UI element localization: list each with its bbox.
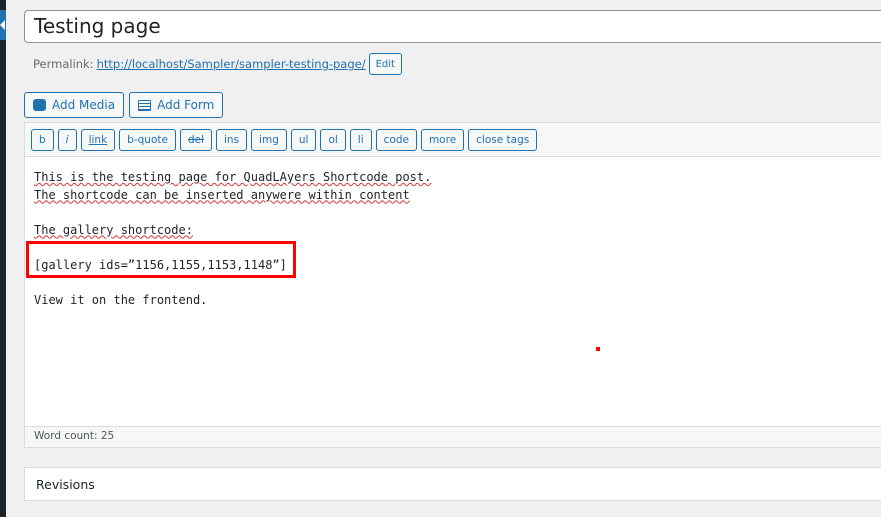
toolbar-button-img[interactable]: img bbox=[251, 129, 287, 151]
admin-sidebar bbox=[0, 0, 6, 517]
content-line bbox=[34, 204, 881, 222]
toolbar-button-close-tags[interactable]: close tags bbox=[468, 129, 538, 151]
add-form-label: Add Form bbox=[157, 98, 215, 112]
media-icon bbox=[33, 99, 46, 111]
toolbar-button-ul[interactable]: ul bbox=[290, 129, 317, 151]
post-title-input[interactable]: Testing page bbox=[24, 10, 881, 43]
word-count: Word count: 25 bbox=[25, 426, 881, 447]
toolbar-button-ol[interactable]: ol bbox=[320, 129, 346, 151]
toolbar-button-ins[interactable]: ins bbox=[216, 129, 248, 151]
permalink-label: Permalink: bbox=[33, 57, 94, 71]
quicktags-toolbar: b i link b-quote del ins img ul ol li code more clos… bbox=[25, 123, 881, 157]
permalink-row: Permalink: http://localhost/Sampler/samp… bbox=[33, 53, 402, 75]
text-editor: b i link b-quote del ins img ul ol li code more clos… bbox=[24, 122, 881, 448]
add-form-button[interactable]: Add Form bbox=[129, 92, 224, 118]
content-line: This is the testing page for QuadLAyers … bbox=[34, 170, 432, 184]
red-dot bbox=[596, 347, 600, 351]
highlight-box bbox=[26, 241, 296, 278]
toolbar-button-link[interactable]: link bbox=[80, 129, 116, 151]
toolbar-button-del[interactable]: del bbox=[179, 129, 212, 151]
toolbar-button-li[interactable]: li bbox=[349, 129, 372, 151]
content-line: The gallery shortcode: bbox=[34, 222, 193, 237]
toolbar-button-i[interactable]: i bbox=[57, 129, 77, 151]
permalink-link[interactable]: http://localhost/Sampler/sampler-testing… bbox=[97, 57, 366, 71]
toolbar-button-b[interactable]: b bbox=[31, 129, 54, 151]
form-icon bbox=[138, 99, 152, 111]
add-media-label: Add Media bbox=[52, 98, 116, 112]
toolbar-button-b-quote[interactable]: b-quote bbox=[119, 129, 176, 151]
collapse-arrow-icon[interactable] bbox=[0, 10, 6, 40]
revisions-panel[interactable]: Revisions bbox=[24, 467, 881, 501]
toolbar-button-more[interactable]: more bbox=[420, 129, 465, 151]
editor-textarea[interactable]: This is the testing page for QuadLAyers … bbox=[25, 157, 881, 427]
content-line: View it on the frontend. bbox=[34, 292, 208, 307]
edit-permalink-button[interactable]: Edit bbox=[368, 53, 402, 75]
media-buttons: Add Media Add Form bbox=[24, 92, 224, 118]
content-line: The shortcode can be inserted anywere wi… bbox=[34, 187, 410, 202]
add-media-button[interactable]: Add Media bbox=[24, 92, 125, 118]
toolbar-button-code[interactable]: code bbox=[375, 129, 417, 151]
